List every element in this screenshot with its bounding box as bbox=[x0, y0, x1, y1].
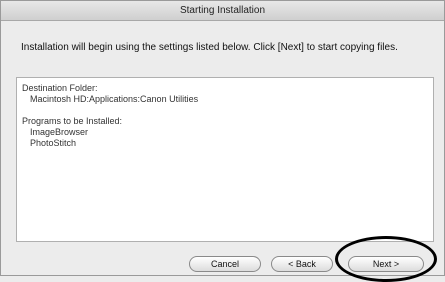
program-item: PhotoStitch bbox=[30, 138, 77, 148]
window-titlebar[interactable]: Starting Installation bbox=[1, 1, 444, 21]
cancel-button[interactable]: Cancel bbox=[189, 256, 261, 272]
installer-window: Starting Installation Installation will … bbox=[0, 0, 445, 282]
next-button[interactable]: Next > bbox=[348, 256, 424, 272]
back-button[interactable]: < Back bbox=[271, 256, 333, 272]
window-title: Starting Installation bbox=[179, 5, 266, 16]
instruction-text: Installation will begin using the settin… bbox=[21, 42, 398, 53]
program-item: ImageBrowser bbox=[30, 127, 89, 137]
destination-folder-value: Macintosh HD:Applications:Canon Utilitie… bbox=[30, 94, 199, 104]
destination-folder-label: Destination Folder: bbox=[22, 83, 98, 93]
programs-label: Programs to be Installed: bbox=[22, 116, 123, 126]
settings-panel: Destination Folder: Macintosh HD:Applica… bbox=[16, 77, 434, 242]
